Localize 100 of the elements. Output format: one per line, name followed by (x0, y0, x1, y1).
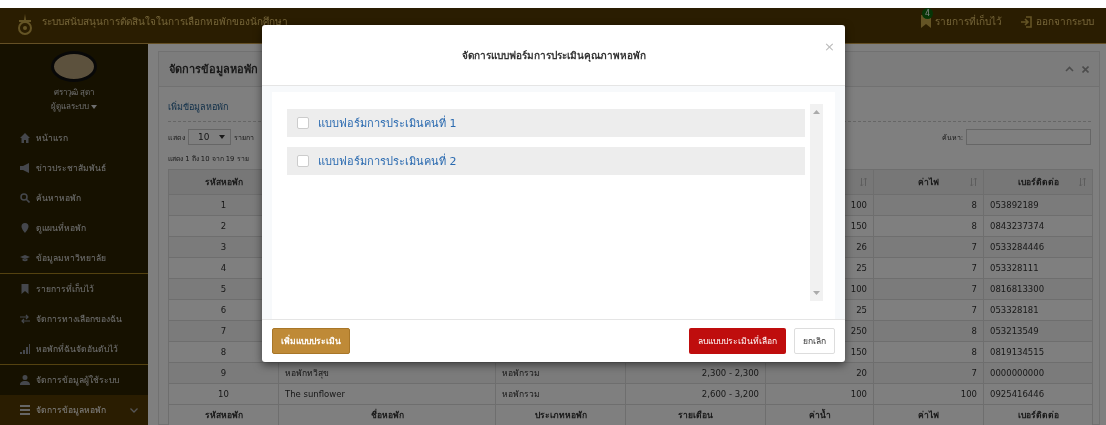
column-header[interactable]: ค่าไฟ (918, 177, 939, 187)
app-title: ระบบสนับสนุนการตัดสินใจในการเลือกหอพักของนักศึกษา (42, 15, 288, 29)
table-cell: 053328181 (990, 305, 1039, 315)
sort-icon (970, 178, 977, 186)
sidebar-item[interactable]: ค้นหาหอพัก (0, 183, 148, 213)
table-cell: 100 (960, 389, 977, 399)
table-cell: 7 (220, 326, 227, 336)
scroll-up-icon[interactable] (813, 110, 820, 114)
table-cell: 053892189 (990, 200, 1039, 210)
sidebar-item[interactable]: ข้อมูลมหาวิทยาลัย (0, 243, 148, 273)
table-cell: 150 (850, 221, 867, 231)
graduation-cap-icon (20, 253, 30, 263)
table-cell: 0925416446 (990, 389, 1045, 399)
table-cell: 7 (971, 242, 977, 252)
scrollbar[interactable] (810, 104, 823, 301)
table-cell: 100 (850, 389, 867, 399)
sidebar-item[interactable]: หน้าแรก (0, 123, 148, 153)
sidebar-item[interactable]: จัดการทางเลือกของฉัน (0, 304, 148, 334)
caret-icon (219, 135, 226, 139)
sidebar-item[interactable]: หอพักที่ฉันจัดอันดับไว้ (0, 334, 148, 364)
table-cell: 7 (971, 284, 977, 294)
table-cell: 10 (218, 389, 229, 399)
checkbox[interactable] (297, 155, 309, 167)
table-cell: 1 (220, 200, 227, 210)
bar-chart-icon (20, 344, 30, 354)
user-icon (20, 375, 30, 385)
table-cell: 26 (856, 242, 867, 252)
chevron-up-icon[interactable] (1065, 66, 1074, 72)
table-cell: 100 (850, 284, 867, 294)
table-cell: 25 (856, 305, 867, 315)
column-footer: รหัสหอพัก (168, 404, 279, 425)
table-cell: หอพักรวม (502, 389, 540, 399)
form-list-item[interactable]: แบบฟอร์มการประเมินคนที่ 1 (287, 109, 805, 137)
table-cell: 3 (220, 242, 227, 252)
table-cell: หอพักทวิสุข (285, 368, 329, 378)
chevron-down-icon (130, 407, 138, 413)
table-cell: 2,600 - 3,200 (701, 389, 759, 399)
table-cell: 100 (850, 200, 867, 210)
emblem-icon (16, 14, 34, 36)
table-cell: The sunflower (285, 389, 345, 399)
table-cell: 4 (220, 263, 227, 273)
sidebar-item[interactable]: ดูแผนที่หอพัก (0, 213, 148, 243)
table-cell: 0533284446 (990, 242, 1045, 252)
add-form-button[interactable]: เพิ่มแบบประเมิน (272, 328, 350, 354)
table-cell: หอพักรวม (502, 368, 540, 378)
location-pin-icon (20, 223, 30, 233)
sidebar-item[interactable]: ข่าวประชาสัมพันธ์ (0, 153, 148, 183)
table-cell: 150 (850, 347, 867, 357)
table-cell: 7 (971, 368, 977, 378)
panel-title: จัดการข้อมูลหอพัก (169, 62, 258, 78)
modal-title: จัดการแบบฟอร์มการประเมินคุณภาพหอพัก (461, 48, 646, 63)
megaphone-icon (20, 163, 30, 173)
sidebar-item[interactable]: จัดการข้อมูลผู้ใช้ระบบ (0, 365, 148, 395)
table-cell: 053328111 (990, 263, 1039, 273)
logout-link[interactable]: ออกจากระบบ (1020, 14, 1094, 29)
table-cell: 8 (971, 221, 977, 231)
sort-icon (860, 178, 867, 186)
column-header[interactable]: รหัสหอพัก (204, 177, 243, 187)
sidebar-item[interactable]: จัดการข้อมูลหอพัก (0, 395, 148, 425)
search-field[interactable] (966, 129, 1091, 145)
table-cell: 7 (971, 263, 977, 273)
table-cell: 20 (856, 368, 867, 378)
form-list-item[interactable]: แบบฟอร์มการประเมินคนที่ 2 (287, 147, 805, 175)
page-size-select[interactable]: 10 (188, 129, 232, 145)
table-cell: 2,300 - 2,300 (701, 368, 759, 378)
close-icon[interactable] (1082, 65, 1089, 73)
swap-arrows-icon (20, 314, 30, 324)
user-role-dropdown[interactable]: ผู้ดูแลระบบ (0, 100, 148, 113)
cancel-button[interactable]: ยกเลิก (794, 328, 835, 354)
list-icon (20, 405, 30, 415)
bookmark-icon (921, 15, 931, 28)
home-icon (20, 133, 30, 143)
column-header[interactable]: เบอร์ติดต่อ (1017, 177, 1059, 187)
table-cell: 5 (220, 284, 227, 294)
table-cell: 0819134515 (990, 347, 1045, 357)
table-cell: 9 (220, 368, 227, 378)
user-name: ศราวุฒิ สุดา (52, 87, 96, 99)
table-cell: 0000000000 (990, 368, 1045, 378)
table-cell: 250 (850, 326, 867, 336)
table-cell: 0816813300 (990, 284, 1045, 294)
bookmark-icon (20, 284, 30, 294)
scroll-down-icon[interactable] (813, 291, 820, 295)
sidebar-item[interactable]: รายการที่เก็บไว้ (0, 274, 148, 304)
checkbox[interactable] (297, 117, 309, 129)
table-cell: 25 (856, 263, 867, 273)
table-cell: 6 (220, 305, 227, 315)
count-badge: 4 (922, 8, 934, 19)
table-cell: 053213549 (990, 326, 1039, 336)
table-cell: 8 (971, 347, 977, 357)
sort-icon (1079, 178, 1086, 186)
avatar (51, 51, 97, 82)
add-dormitory-link[interactable]: เพิ่มข้อมูลหอพัก (168, 102, 228, 112)
search-icon (20, 193, 30, 203)
table-cell: 0843237374 (990, 221, 1045, 231)
caret-icon (91, 105, 98, 109)
table-cell: 2 (220, 221, 227, 231)
form-link[interactable]: แบบฟอร์มการประเมินคนที่ 2 (318, 152, 457, 170)
delete-selected-button[interactable]: ลบแบบประเมินที่เลือก (689, 328, 786, 354)
form-link[interactable]: แบบฟอร์มการประเมินคนที่ 1 (318, 114, 457, 132)
table-cell: 8 (971, 200, 977, 210)
